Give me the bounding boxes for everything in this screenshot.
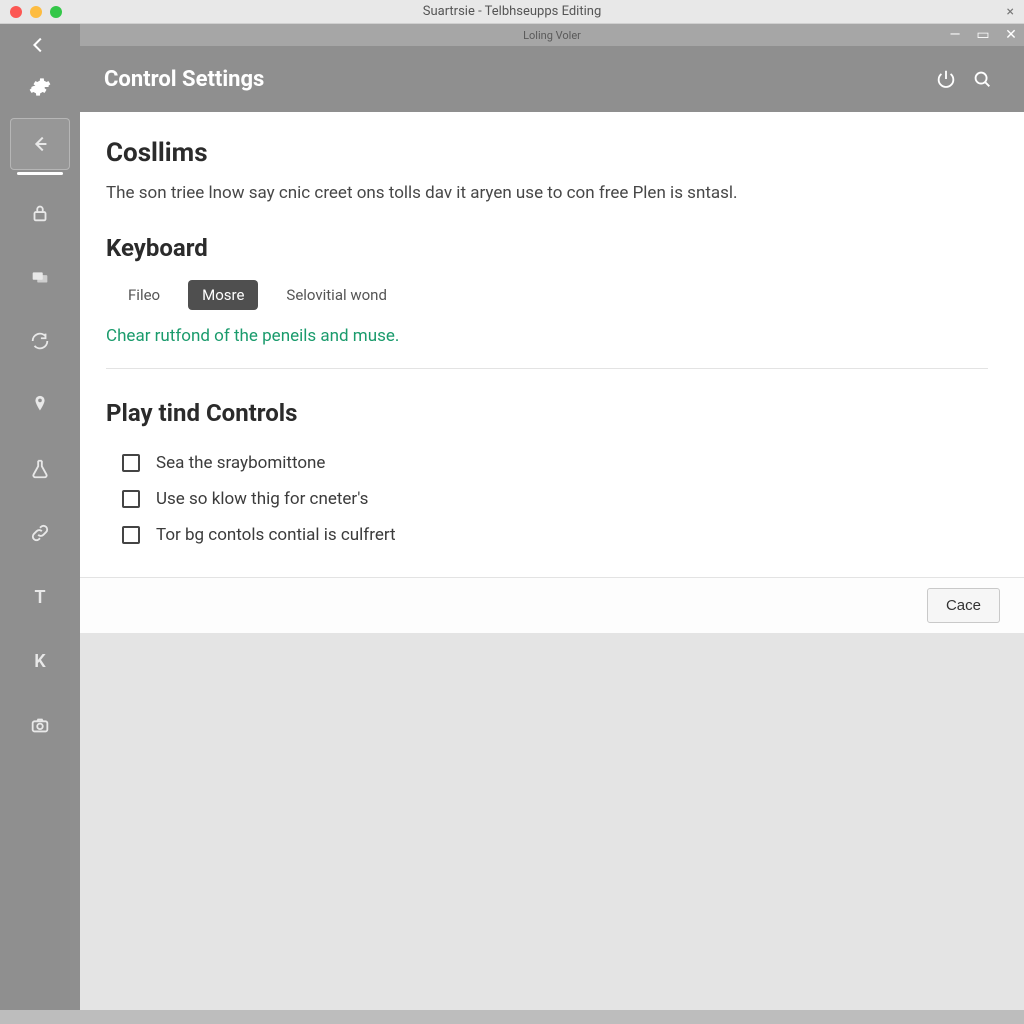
section-keyboard-title: Keyboard bbox=[106, 234, 988, 262]
sidebar-active-underline bbox=[17, 172, 63, 175]
checkbox-0-label: Sea the sraybomittone bbox=[156, 453, 325, 473]
check-row-2: Tor bg contols contial is culfrert bbox=[106, 517, 988, 553]
search-button[interactable] bbox=[964, 61, 1000, 97]
tab-mosre[interactable]: Mosre bbox=[188, 280, 258, 310]
divider bbox=[106, 368, 988, 369]
section-cosllims-title: Cosllims bbox=[106, 138, 988, 168]
sidebar-item-camera[interactable] bbox=[10, 699, 70, 751]
cards-icon bbox=[29, 266, 51, 288]
camera-icon bbox=[29, 714, 51, 736]
app-sub-titlebar: Loling Voler — ▭ ✕ bbox=[80, 24, 1024, 46]
sidebar-item-lock[interactable] bbox=[10, 187, 70, 239]
app-sub-title: Loling Voler bbox=[523, 29, 581, 42]
tab-selovitial[interactable]: Selovitial wond bbox=[272, 280, 401, 310]
refresh-icon bbox=[29, 330, 51, 352]
footer-bar: Cace bbox=[80, 577, 1024, 633]
keyboard-hint-text: Chear rutfond of the peneils and muse. bbox=[106, 326, 988, 346]
power-icon bbox=[935, 68, 957, 90]
sidebar-item-link[interactable] bbox=[10, 507, 70, 559]
window-controls: — ▭ ✕ bbox=[948, 28, 1018, 42]
section-cosllims-desc: The son triee lnow say cnic creet ons to… bbox=[106, 182, 988, 206]
page-header: Control Settings bbox=[80, 46, 1024, 112]
section-controls-title: Play tind Controls bbox=[106, 399, 988, 427]
window-close-button[interactable]: ✕ bbox=[1004, 28, 1018, 42]
sidebar-item-letter-t[interactable]: T bbox=[10, 571, 70, 623]
checkbox-2-label: Tor bg contols contial is culfrert bbox=[156, 525, 396, 545]
sidebar-item-flask[interactable] bbox=[10, 443, 70, 495]
page-title: Control Settings bbox=[104, 67, 928, 92]
window-maximize-button[interactable]: ▭ bbox=[976, 28, 990, 42]
traffic-lights bbox=[10, 6, 62, 18]
flask-icon bbox=[29, 458, 51, 480]
keyboard-tabs: Fileo Mosre Selovitial wond bbox=[106, 280, 988, 310]
sidebar-top-back-icon[interactable] bbox=[28, 34, 52, 58]
cancel-button[interactable]: Cace bbox=[927, 588, 1000, 623]
os-window-title: Suartrsie - Telbhseupps Editing bbox=[0, 4, 1024, 19]
check-row-0: Sea the sraybomittone bbox=[106, 445, 988, 481]
letter-k-icon: K bbox=[34, 651, 45, 672]
traffic-close-icon[interactable] bbox=[10, 6, 22, 18]
link-icon bbox=[29, 522, 51, 544]
arrow-left-icon bbox=[29, 133, 51, 155]
check-row-1: Use so klow thig for cneter's bbox=[106, 481, 988, 517]
lock-icon bbox=[29, 202, 51, 224]
tab-fileo[interactable]: Fileo bbox=[114, 280, 174, 310]
os-close-button[interactable]: × bbox=[1007, 4, 1014, 20]
sidebar-item-refresh[interactable] bbox=[10, 315, 70, 367]
gear-icon[interactable] bbox=[29, 76, 51, 102]
checkbox-2[interactable] bbox=[122, 526, 140, 544]
window-minimize-button[interactable]: — bbox=[948, 28, 962, 42]
checkbox-1-label: Use so klow thig for cneter's bbox=[156, 489, 368, 509]
checkbox-1[interactable] bbox=[122, 490, 140, 508]
sidebar: T K bbox=[0, 24, 80, 1010]
sidebar-item-letter-k[interactable]: K bbox=[10, 635, 70, 687]
sidebar-item-back[interactable] bbox=[10, 118, 70, 170]
traffic-minimize-icon[interactable] bbox=[30, 6, 42, 18]
main-area: Control Settings Cosllims The son triee … bbox=[80, 46, 1024, 633]
power-button[interactable] bbox=[928, 61, 964, 97]
sidebar-item-pin[interactable] bbox=[10, 379, 70, 431]
os-titlebar: Suartrsie - Telbhseupps Editing × bbox=[0, 0, 1024, 24]
pin-icon bbox=[29, 394, 51, 416]
letter-t-icon: T bbox=[34, 587, 45, 608]
content-scroll[interactable]: Cosllims The son triee lnow say cnic cre… bbox=[80, 112, 1024, 577]
search-icon bbox=[971, 68, 993, 90]
sidebar-item-cards[interactable] bbox=[10, 251, 70, 303]
bottom-strip bbox=[0, 1010, 1024, 1024]
checkbox-0[interactable] bbox=[122, 454, 140, 472]
traffic-maximize-icon[interactable] bbox=[50, 6, 62, 18]
